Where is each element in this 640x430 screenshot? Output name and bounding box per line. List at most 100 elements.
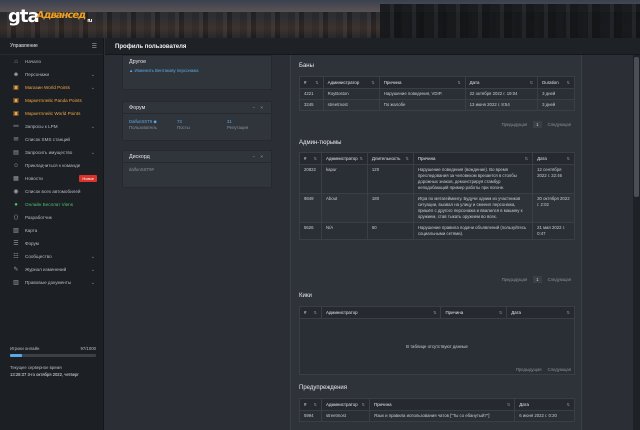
sidebar-item-13[interactable]: ▧ Карта	[0, 224, 103, 237]
table-row: 4221 RoyBoston Нарушение поведения, VDIP. 2…	[299, 88, 575, 100]
sidebar-item-14[interactable]: ☰ Форум	[0, 237, 103, 250]
sidebar-item-6[interactable]: ✉ Список SMS станций	[0, 133, 103, 146]
column-header[interactable]: # ⇅	[299, 152, 322, 165]
bans-title: Баны	[299, 63, 314, 69]
sort-icon[interactable]: ⇅	[507, 402, 510, 407]
column-header[interactable]: Администратор ⇅	[320, 306, 442, 319]
sidebar-item-15[interactable]: ☷ Сообщество ⌄	[0, 250, 103, 263]
sidebar-item-5[interactable]: ⚯ Запросы к LPM ⌄	[0, 120, 103, 133]
column-header[interactable]: Дата ⇅	[514, 398, 575, 411]
sidebar-item-7[interactable]: ▤ Запросить имущество ⌄	[0, 146, 103, 159]
menu-toggle-icon[interactable]: ☰	[92, 43, 97, 50]
column-header[interactable]: Дата ⇅	[464, 76, 539, 89]
sidebar-item-1[interactable]: ☻ Персонажи ⌄	[0, 68, 103, 81]
pager-next[interactable]: Следующая	[548, 277, 571, 282]
table-cell: 180	[366, 193, 414, 223]
scrollbar-thumb[interactable]	[634, 57, 639, 197]
pager-next[interactable]: Следующая	[548, 367, 571, 372]
sidebar-item-17[interactable]: ▥ Правовые документы ⌄	[0, 276, 103, 289]
change-appearance-link[interactable]: ▲ Изменить Вентакову персонажа	[129, 68, 199, 73]
chevron-down-icon: ⌄	[90, 123, 95, 130]
table-row: 3245 streetmost По жалобе 13 июня 2022 г. 8…	[299, 99, 575, 111]
sidebar-item-11[interactable]: ● Онлайн Бесплат Viens	[0, 198, 103, 211]
column-header[interactable]: Длительность ⇅	[366, 152, 414, 165]
column-header[interactable]: # ⇅	[299, 76, 324, 89]
sort-icon[interactable]: ⇅	[567, 80, 570, 85]
sort-icon[interactable]: ⇅	[567, 402, 570, 407]
pager-prev[interactable]: Предыдущая	[502, 122, 528, 127]
column-header[interactable]: Причина ⇅	[378, 76, 466, 89]
sort-icon[interactable]: ⇅	[360, 156, 363, 161]
pager-next[interactable]: Следующая	[548, 122, 571, 127]
sort-icon[interactable]: ⇅	[314, 310, 317, 315]
map-icon: ▧	[13, 228, 19, 234]
pager-prev[interactable]: Предыдущая	[516, 367, 542, 372]
pager-prev[interactable]: Предыдущая	[502, 277, 528, 282]
sort-icon[interactable]: ⇅	[362, 402, 365, 407]
sort-icon[interactable]: ⇅	[405, 156, 408, 161]
collapse-icon[interactable]: −	[252, 105, 257, 110]
table-row: 20822 kapur 120 Нарушение поведения (вожден…	[299, 164, 575, 194]
column-header[interactable]: Администратор ⇅	[322, 76, 380, 89]
server-time: Текущее серверное время 13:28:37 3-го ок…	[10, 364, 79, 378]
sidebar-item-4[interactable]: ▣ Маркетплейс World Points	[0, 107, 103, 120]
column-header[interactable]: Администратор ⇅	[320, 398, 370, 411]
sidebar-item-2[interactable]: ▣ Магазин World Points ⌄	[0, 81, 103, 94]
warnings-title: Предупреждения	[299, 385, 347, 391]
team-icon: ☺	[12, 162, 20, 169]
column-header[interactable]: Duration ⇅	[537, 76, 575, 89]
sort-icon[interactable]: ⇅	[314, 156, 317, 161]
page-scrollbar[interactable]	[633, 55, 640, 430]
column-header[interactable]: # ⇅	[299, 398, 322, 411]
sort-icon[interactable]: ⇅	[457, 80, 460, 85]
site-logo[interactable]: gtaАдвансед ru	[8, 6, 92, 27]
kicks-title: Кики	[299, 293, 312, 299]
sidebar-item-label: Карта	[25, 228, 38, 233]
sms-icon: ✉	[13, 137, 19, 143]
close-icon[interactable]: ×	[260, 105, 265, 110]
bans-pagination: Предыдущая 1 Следующая	[502, 121, 571, 128]
column-header[interactable]: Причина ⇅	[368, 398, 516, 411]
table-cell: 3245	[299, 99, 324, 111]
column-header[interactable]: Администратор ⇅	[320, 152, 368, 165]
jail-table: # ⇅ Администратор ⇅ Длительность ⇅ Причина ⇅ Дат…	[299, 152, 575, 240]
sidebar-item-16[interactable]: ✎ Журнал изменений ⌄	[0, 263, 103, 276]
column-header[interactable]: Дата ⇅	[532, 152, 575, 165]
sidebar-item-9[interactable]: ▦ Новости Новое	[0, 172, 103, 185]
car-icon: ◉	[13, 189, 19, 195]
sidebar-item-12[interactable]: ⟨⟩ Разработчик	[0, 211, 103, 224]
sort-icon[interactable]: ⇅	[315, 80, 318, 85]
pager-current[interactable]: 1	[533, 276, 542, 283]
close-icon[interactable]: ×	[260, 154, 265, 159]
sidebar-item-label: Маркетплейс Panda Points	[25, 98, 82, 103]
pager-current[interactable]: 1	[533, 121, 542, 128]
sort-icon[interactable]: ⇅	[499, 310, 502, 315]
sidebar-item-0[interactable]: ⌂ Начало	[0, 55, 103, 68]
sidebar-item-label: Маркетплейс World Points	[25, 111, 81, 116]
new-badge: Новое	[79, 175, 97, 182]
sidebar-item-3[interactable]: ▣ Маркетплейс Panda Points	[0, 94, 103, 107]
sidebar-item-10[interactable]: ◉ Список всех автомобилей	[0, 185, 103, 198]
column-header[interactable]: Дата ⇅	[506, 306, 575, 319]
shop-icon: ▣	[13, 85, 19, 91]
collapse-icon[interactable]: −	[252, 154, 257, 159]
bans-table: # ⇅ Администратор ⇅ Причина ⇅ Дата ⇅ Duration ⇅ 4…	[299, 76, 575, 111]
chevron-down-icon: ⌄	[90, 84, 95, 91]
sort-icon[interactable]: ⇅	[530, 80, 533, 85]
sort-icon[interactable]: ⇅	[433, 310, 436, 315]
sidebar: Управление ☰ ⌂ Начало ☻ Персонажи ⌄ ▣ Магазин …	[0, 38, 104, 430]
discord-value: dalfunSST9#	[129, 167, 154, 172]
column-header[interactable]: Причина ⇅	[440, 306, 508, 319]
table-cell: Нарушение поведения (вождение). Во время…	[412, 164, 534, 194]
column-header[interactable]: # ⇅	[299, 306, 322, 319]
online-players: Игроки онлайн 97/1000	[10, 346, 96, 357]
sort-icon[interactable]: ⇅	[314, 402, 317, 407]
sidebar-item-8[interactable]: ☺ Прикладчиться к команде	[0, 159, 103, 172]
sort-icon[interactable]: ⇅	[371, 80, 374, 85]
sort-icon[interactable]: ⇅	[525, 156, 528, 161]
table-cell: 22 октября 2022 г. 19:04	[464, 88, 539, 100]
online-value: 97/1000	[80, 346, 96, 351]
sort-icon[interactable]: ⇅	[567, 310, 570, 315]
column-header[interactable]: Причина ⇅	[412, 152, 534, 165]
sort-icon[interactable]: ⇅	[567, 156, 570, 161]
